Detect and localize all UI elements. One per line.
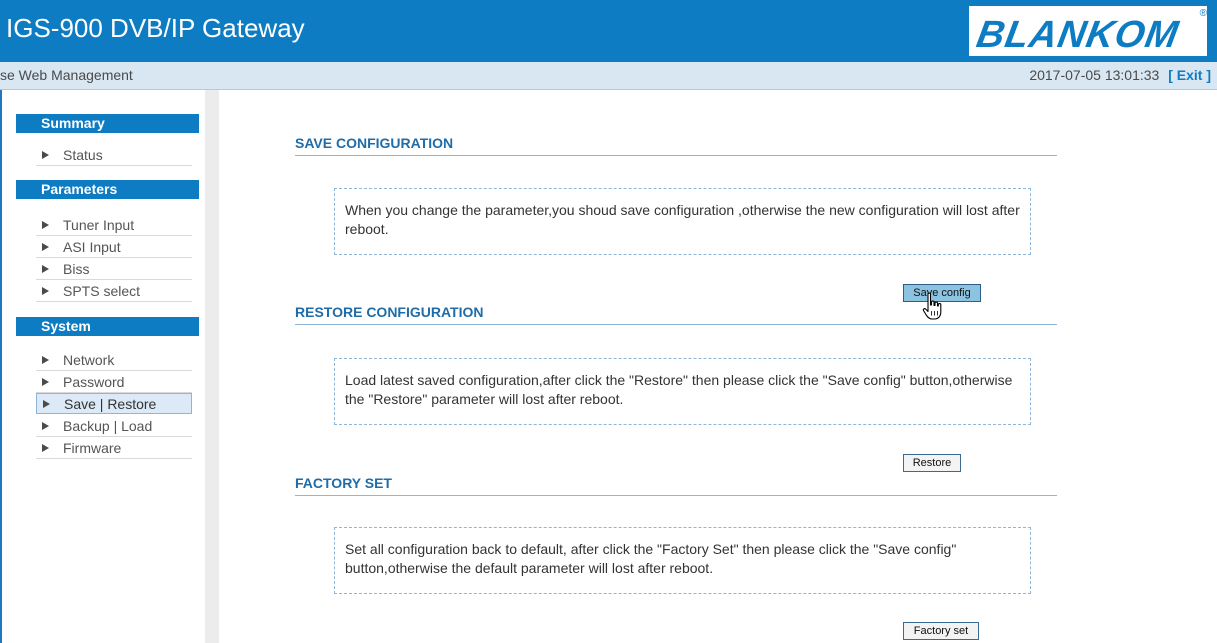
- datetime-exit-group: 2017-07-05 13:01:33 [ Exit ]: [1029, 67, 1211, 83]
- hand-pointer-icon: [922, 292, 942, 320]
- sidebar-item-label: Firmware: [63, 440, 122, 456]
- main-content: SAVE CONFIGURATION When you change the p…: [219, 90, 1217, 643]
- sidebar-item-backup-load[interactable]: Backup | Load: [36, 416, 192, 437]
- sidebar-item-spts-select[interactable]: SPTS select: [36, 281, 192, 302]
- sidebar: Summary Status Parameters Tuner Input AS…: [6, 90, 205, 643]
- logo-text: BLANKOM: [973, 14, 1182, 56]
- triangle-right-icon: [42, 444, 49, 452]
- sidebar-item-firmware[interactable]: Firmware: [36, 438, 192, 459]
- sub-header-bar: se Web Management 2017-07-05 13:01:33 [ …: [0, 62, 1217, 90]
- sidebar-item-status[interactable]: Status: [36, 145, 192, 166]
- sidebar-divider: [205, 90, 219, 643]
- restore-configuration-text: Load latest saved configuration,after cl…: [345, 372, 1013, 407]
- sidebar-item-label: Status: [63, 147, 103, 163]
- blankom-logo: BLANKOM ®: [969, 6, 1207, 56]
- triangle-right-icon: [42, 221, 49, 229]
- sidebar-item-label: Save | Restore: [64, 396, 157, 412]
- app-header: IGS-900 DVB/IP Gateway BLANKOM ®: [0, 0, 1217, 62]
- triangle-right-icon: [42, 151, 49, 159]
- triangle-right-icon: [42, 378, 49, 386]
- exit-link[interactable]: [ Exit ]: [1168, 67, 1211, 83]
- sidebar-item-asi-input[interactable]: ASI Input: [36, 237, 192, 258]
- triangle-right-icon: [42, 356, 49, 364]
- left-border: [0, 90, 2, 643]
- sidebar-item-network[interactable]: Network: [36, 350, 192, 371]
- restore-configuration-info: Load latest saved configuration,after cl…: [334, 358, 1031, 425]
- factory-set-info: Set all configuration back to default, a…: [334, 527, 1031, 594]
- save-configuration-text: When you change the parameter,you shoud …: [345, 202, 1020, 237]
- sidebar-item-label: Tuner Input: [63, 217, 135, 233]
- sidebar-item-biss[interactable]: Biss: [36, 259, 192, 280]
- sidebar-item-label: Biss: [63, 261, 90, 277]
- sidebar-section-summary: Summary: [16, 114, 199, 133]
- web-management-title: se Web Management: [0, 67, 133, 83]
- sidebar-item-label: Backup | Load: [63, 418, 153, 434]
- triangle-right-icon: [43, 400, 50, 408]
- sidebar-item-label: Network: [63, 352, 115, 368]
- app-title: IGS-900 DVB/IP Gateway: [6, 13, 305, 43]
- save-configuration-info: When you change the parameter,you shoud …: [334, 188, 1031, 255]
- triangle-right-icon: [42, 265, 49, 273]
- sidebar-item-save-restore[interactable]: Save | Restore: [36, 393, 192, 414]
- factory-set-heading: FACTORY SET: [295, 470, 1057, 496]
- factory-set-button[interactable]: Factory set: [903, 622, 979, 640]
- sidebar-item-label: SPTS select: [63, 283, 141, 299]
- sidebar-item-label: Password: [63, 374, 125, 390]
- sidebar-item-tuner-input[interactable]: Tuner Input: [36, 215, 192, 236]
- sidebar-item-password[interactable]: Password: [36, 372, 192, 393]
- factory-set-text: Set all configuration back to default, a…: [345, 541, 957, 576]
- sidebar-section-parameters: Parameters: [16, 180, 199, 199]
- registered-mark: ®: [1199, 8, 1207, 19]
- triangle-right-icon: [42, 243, 49, 251]
- triangle-right-icon: [42, 287, 49, 295]
- datetime: 2017-07-05 13:01:33: [1029, 67, 1160, 83]
- sidebar-item-label: ASI Input: [63, 239, 121, 255]
- sidebar-section-system: System: [16, 317, 199, 336]
- save-configuration-heading: SAVE CONFIGURATION: [295, 130, 1057, 156]
- triangle-right-icon: [42, 422, 49, 430]
